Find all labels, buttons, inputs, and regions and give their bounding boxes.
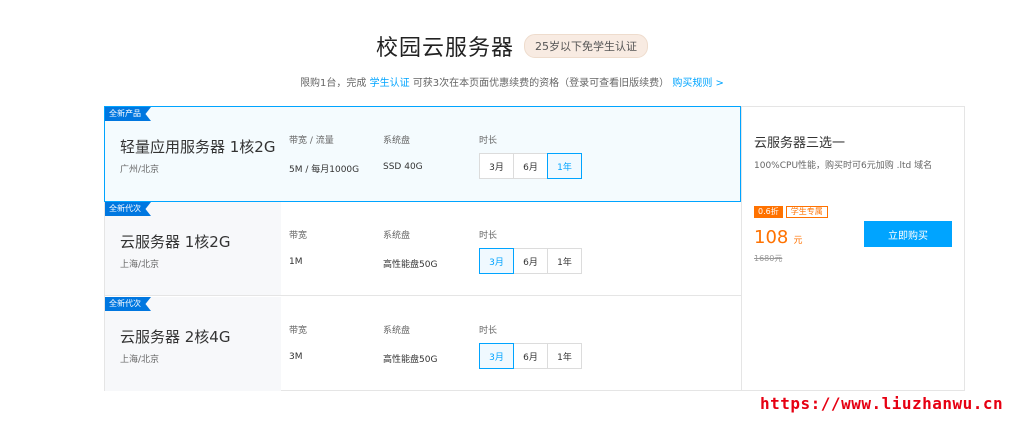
original-price: 1680元 [754, 254, 783, 263]
product-tag: 全新代次 [105, 297, 151, 311]
product-row-cvm-2c4g[interactable]: 全新代次 云服务器 2核4G 上海/北京 带宽 3M 系统盘 高性能盘50G 时… [105, 297, 741, 391]
disk-label: 系统盘 [383, 326, 411, 336]
product-region: 上海/北京 [120, 355, 160, 365]
bandwidth-value: 5M / 每月1000G [289, 165, 360, 175]
product-row-lighthouse[interactable]: 全新产品 轻量应用服务器 1核2G 广州/北京 带宽 / 流量 5M / 每月1… [104, 106, 741, 202]
duration-label: 时长 [479, 231, 498, 241]
subtitle: 限购1台，完成 学生认证 可获3次在本页面优惠续费的资格（登录可查看旧版续费） … [0, 74, 1024, 89]
page-title: 校园云服务器 [375, 36, 514, 61]
buy-now-button[interactable]: 立即购买 [864, 221, 952, 247]
purchase-sidebar: 云服务器三选一 100%CPU性能，购买时可6元加购 .ltd 域名 0.6折 … [741, 107, 965, 390]
duration-1y[interactable]: 1年 [547, 248, 582, 274]
product-panel: 全新产品 轻量应用服务器 1核2G 广州/北京 带宽 / 流量 5M / 每月1… [104, 106, 965, 391]
duration-6m[interactable]: 6月 [513, 343, 548, 369]
duration-3m[interactable]: 3月 [479, 153, 514, 179]
title-row: 校园云服务器 25岁以下免学生认证 [0, 30, 1024, 62]
disk-label: 系统盘 [383, 136, 411, 146]
subtitle-suffix: 可获3次在本页面优惠续费的资格（登录可查看旧版续费） [412, 78, 670, 89]
duration-1y[interactable]: 1年 [547, 343, 582, 369]
duration-1y[interactable]: 1年 [547, 153, 582, 179]
product-row-cvm-1c2g[interactable]: 全新代次 云服务器 1核2G 上海/北京 带宽 1M 系统盘 高性能盘50G 时… [105, 202, 741, 296]
age-badge: 25岁以下免学生认证 [524, 34, 648, 58]
duration-6m[interactable]: 6月 [513, 248, 548, 274]
duration-label: 时长 [479, 326, 498, 336]
duration-options: 3月 6月 1年 [479, 153, 582, 179]
disk-value: 高性能盘50G [383, 260, 438, 270]
bandwidth-value: 1M [289, 257, 303, 267]
product-tag: 全新产品 [105, 107, 151, 121]
product-name: 云服务器 1核2G [120, 233, 231, 251]
page-header: 校园云服务器 25岁以下免学生认证 限购1台，完成 学生认证 可获3次在本页面优… [0, 30, 1024, 89]
sidebar-desc: 100%CPU性能，购买时可6元加购 .ltd 域名 [754, 161, 933, 171]
discount-badge: 0.6折 [754, 206, 783, 218]
price-value: 108 [754, 227, 789, 248]
duration-options: 3月 6月 1年 [479, 343, 582, 369]
subtitle-prefix: 限购1台，完成 [300, 78, 367, 89]
bandwidth-label: 带宽 [289, 326, 308, 336]
bandwidth-label: 带宽 / 流量 [289, 136, 334, 146]
product-name: 云服务器 2核4G [120, 328, 231, 346]
product-region: 广州/北京 [120, 165, 160, 175]
duration-3m[interactable]: 3月 [479, 343, 514, 369]
disk-value: 高性能盘50G [383, 355, 438, 365]
sidebar-title: 云服务器三选一 [754, 136, 846, 151]
duration-label: 时长 [479, 136, 498, 146]
product-tag: 全新代次 [105, 202, 151, 216]
duration-options: 3月 6月 1年 [479, 248, 582, 274]
product-name: 轻量应用服务器 1核2G [120, 138, 276, 156]
price-unit: 元 [793, 236, 803, 246]
product-region: 上海/北京 [120, 260, 160, 270]
duration-3m[interactable]: 3月 [479, 248, 514, 274]
student-auth-link[interactable]: 学生认证 [370, 78, 410, 89]
disk-label: 系统盘 [383, 231, 411, 241]
bandwidth-value: 3M [289, 352, 303, 362]
bandwidth-label: 带宽 [289, 231, 308, 241]
site-watermark: https://www.liuzhanwu.cn [760, 394, 1004, 413]
student-badge: 学生专属 [785, 206, 828, 218]
price: 108 元 [754, 227, 802, 248]
discount-badges: 0.6折 学生专属 [754, 206, 828, 218]
purchase-rules-link[interactable]: 购买规则 > [672, 78, 724, 89]
disk-value: SSD 40G [383, 162, 423, 172]
duration-6m[interactable]: 6月 [513, 153, 548, 179]
